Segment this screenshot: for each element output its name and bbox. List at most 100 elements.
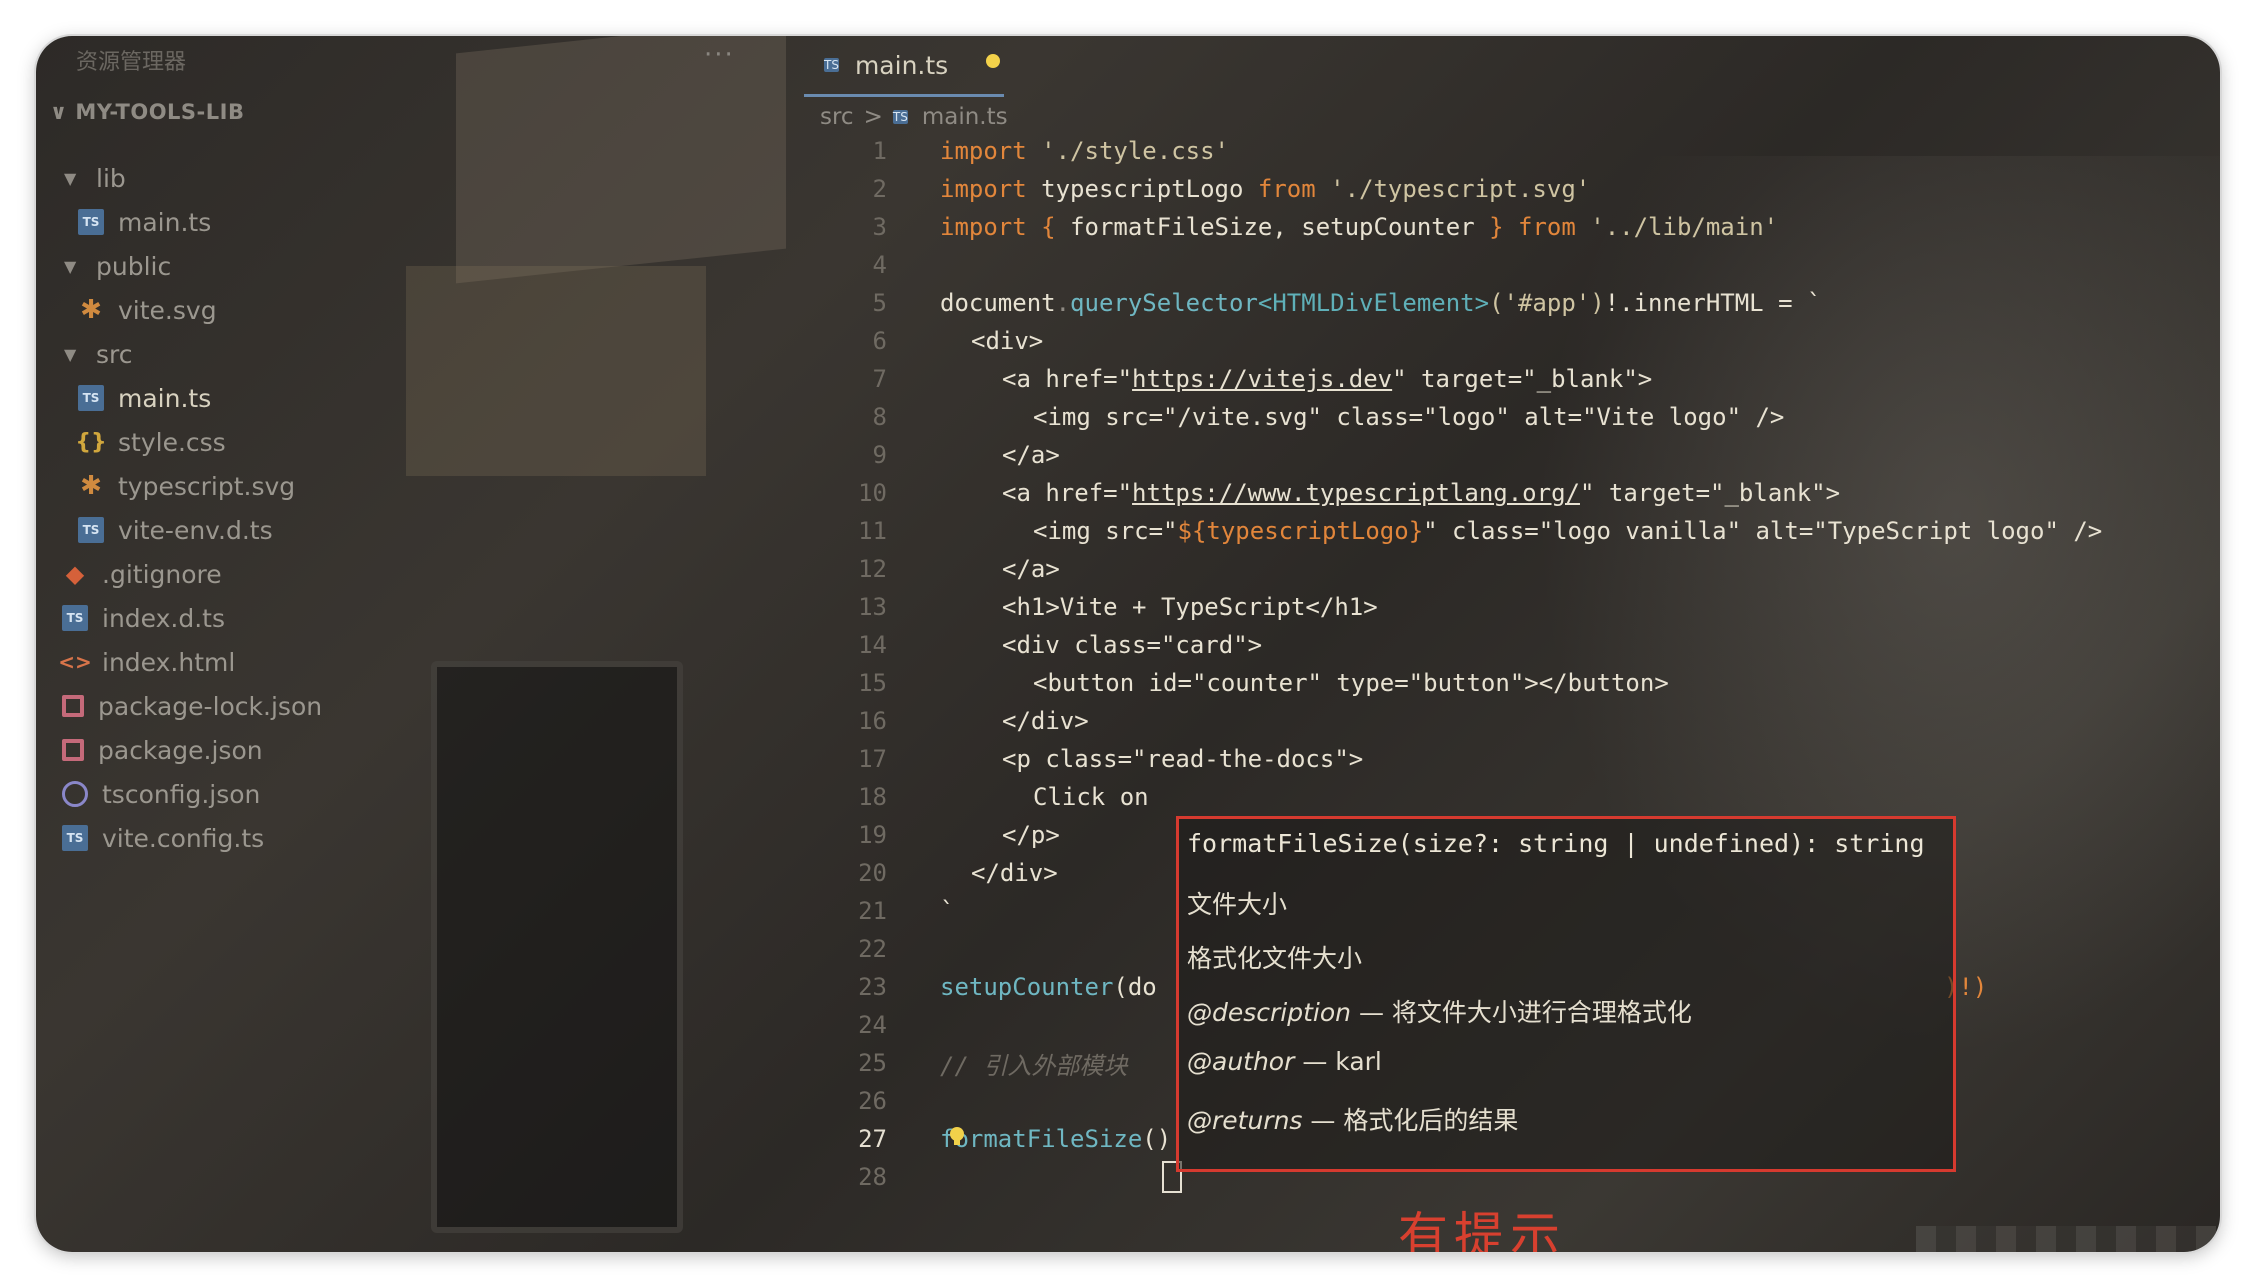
code-token: <div class="card"> [1002,631,1263,659]
tree-file-index-html[interactable]: <> index.html [58,642,235,682]
line-number: 26 [858,1087,887,1115]
tree-file-lib-main-ts[interactable]: TS main.ts [78,202,211,242]
tree-file-vite-env-d-ts[interactable]: TS vite-env.d.ts [78,510,273,550]
jsdoc-tag: @author [1187,1047,1295,1076]
chevron-down-icon: ∨ [50,100,76,124]
line-number: 10 [858,479,887,507]
tree-file-src-main-ts[interactable]: TS main.ts [78,378,211,418]
code-token: . [1055,289,1071,317]
line-number: 14 [858,631,887,659]
tree-file-tsconfig-json[interactable]: tsconfig.json [62,774,260,814]
hover-tooltip: formatFileSize(size?: string | undefined… [1176,816,1956,1172]
tree-folder-lib[interactable]: ▼ lib [64,158,126,198]
code-link[interactable]: https://www.typescriptlang.org/ [1132,479,1580,507]
line-number: 20 [858,859,887,887]
git-icon: ◆ [65,560,85,588]
line-number: 7 [872,365,887,393]
line-number: 5 [872,289,887,317]
code-token: </a> [1002,555,1060,583]
typescript-file-icon: TS [62,605,88,631]
line-number: 27 [858,1125,887,1153]
typescript-file-icon: TS [62,825,88,851]
lightbulb-icon[interactable] [948,1126,966,1148]
tree-file-package-lock-json[interactable]: package-lock.json [62,686,322,726]
code-token: from [1518,213,1576,241]
annotation-caption: 有提示 [1398,1207,1566,1252]
code-token: <h1>Vite + TypeScript</h1> [1002,593,1378,621]
chevron-down-icon: ▼ [64,344,77,364]
line-number: 4 [872,251,887,279]
tree-item-label: main.ts [118,207,212,237]
code-token: from [1257,175,1316,203]
code-token: !.innerHTML = ` [1604,289,1822,317]
code-token: <a href=" [1002,365,1133,393]
code-line: 8 <img src="/vite.svg" class="logo" alt="… [772,398,2220,436]
tree-file-typescript-svg[interactable]: ✱ typescript.svg [78,466,295,506]
tree-item-label: vite.config.ts [102,823,265,853]
tree-folder-public[interactable]: ▼ public [64,246,171,286]
tree-file-package-json[interactable]: package.json [62,730,263,770]
function-signature: formatFileSize(size?: string | undefined… [1187,829,1925,858]
chevron-down-icon: ▼ [64,168,77,188]
code-line: 9 </a> [772,436,2220,474]
code-link[interactable]: https://vitejs.dev [1132,365,1392,393]
typescript-file-icon: TS [892,110,908,124]
line-number: 24 [858,1011,887,1039]
code-token: '../lib/main' [1575,213,1779,241]
code-token: <p class="read-the-docs"> [1002,745,1364,773]
code-token: <HTMLDivElement> [1257,289,1490,317]
tree-item-label: style.css [118,427,226,457]
code-token: './style.css' [1026,137,1229,165]
tree-file-vite-svg[interactable]: ✱ vite.svg [78,290,216,330]
svg-file-icon: ✱ [80,295,102,325]
tree-item-label: src [96,339,133,369]
code-token: querySelector [1070,289,1258,317]
line-number: 21 [858,897,887,925]
line-number: 1 [872,137,887,165]
code-token: <img src=" [1033,517,1178,545]
code-token: <img src="/vite.svg" class="logo" alt="V… [1033,403,1785,431]
tree-file-style-css[interactable]: {} style.css [75,422,226,462]
more-actions-button[interactable]: ··· [704,40,735,70]
tree-item-label: vite-env.d.ts [118,515,273,545]
watermark-mosaic [1916,1226,2216,1252]
code-token: " target="_blank"> [1579,479,1841,507]
chevron-right-icon: > [863,104,883,130]
jsdoc-text: — karl [1294,1047,1382,1076]
project-folder[interactable]: ∨ MY-TOOLS-LIB [50,100,244,124]
typescript-file-icon: TS [824,58,839,72]
line-number: 23 [858,973,887,1001]
unsaved-dot-icon[interactable] [986,54,1000,68]
code-token: </p> [1002,821,1060,849]
line-number: 12 [858,555,887,583]
typescript-file-icon: TS [78,209,104,235]
code-token: import [940,175,1027,203]
line-number: 19 [858,821,887,849]
code-line: 5 document.querySelector<HTMLDivElement>(… [772,284,2220,322]
line-number: 18 [858,783,887,811]
tab-main-ts[interactable]: TS main.ts [804,36,1004,97]
code-line: 14 <div class="card"> [772,626,2220,664]
breadcrumb-folder[interactable]: src [820,104,854,130]
tree-item-label: public [96,251,172,281]
typescript-file-icon: TS [78,517,104,543]
breadcrumb: src > TS main.ts [820,104,1008,130]
code-token: import [940,137,1027,165]
jsdoc-tag: @returns [1187,1106,1303,1135]
code-line: 17 <p class="read-the-docs"> [772,740,2220,778]
code-token: setupCounter [940,973,1114,1001]
tree-file-index-d-ts[interactable]: TS index.d.ts [62,598,225,638]
breadcrumb-file[interactable]: main.ts [922,104,1008,130]
code-line: 15 <button id="counter" type="button"></b… [772,664,2220,702]
npm-file-icon [62,739,84,761]
tree-folder-src[interactable]: ▼ src [64,334,133,374]
line-number: 3 [872,213,887,241]
tree-file-vite-config-ts[interactable]: TS vite.config.ts [62,818,264,858]
jsdoc-text: — 格式化后的结果 [1302,1106,1519,1135]
tree-item-label: package.json [98,735,263,765]
html-file-icon: <> [58,650,92,674]
tree-file-gitignore[interactable]: ◆ .gitignore [62,554,222,594]
code-token: (do [1113,973,1157,1001]
doc-line: 文件大小 [1187,890,1288,919]
tree-item-label: package-lock.json [98,691,323,721]
